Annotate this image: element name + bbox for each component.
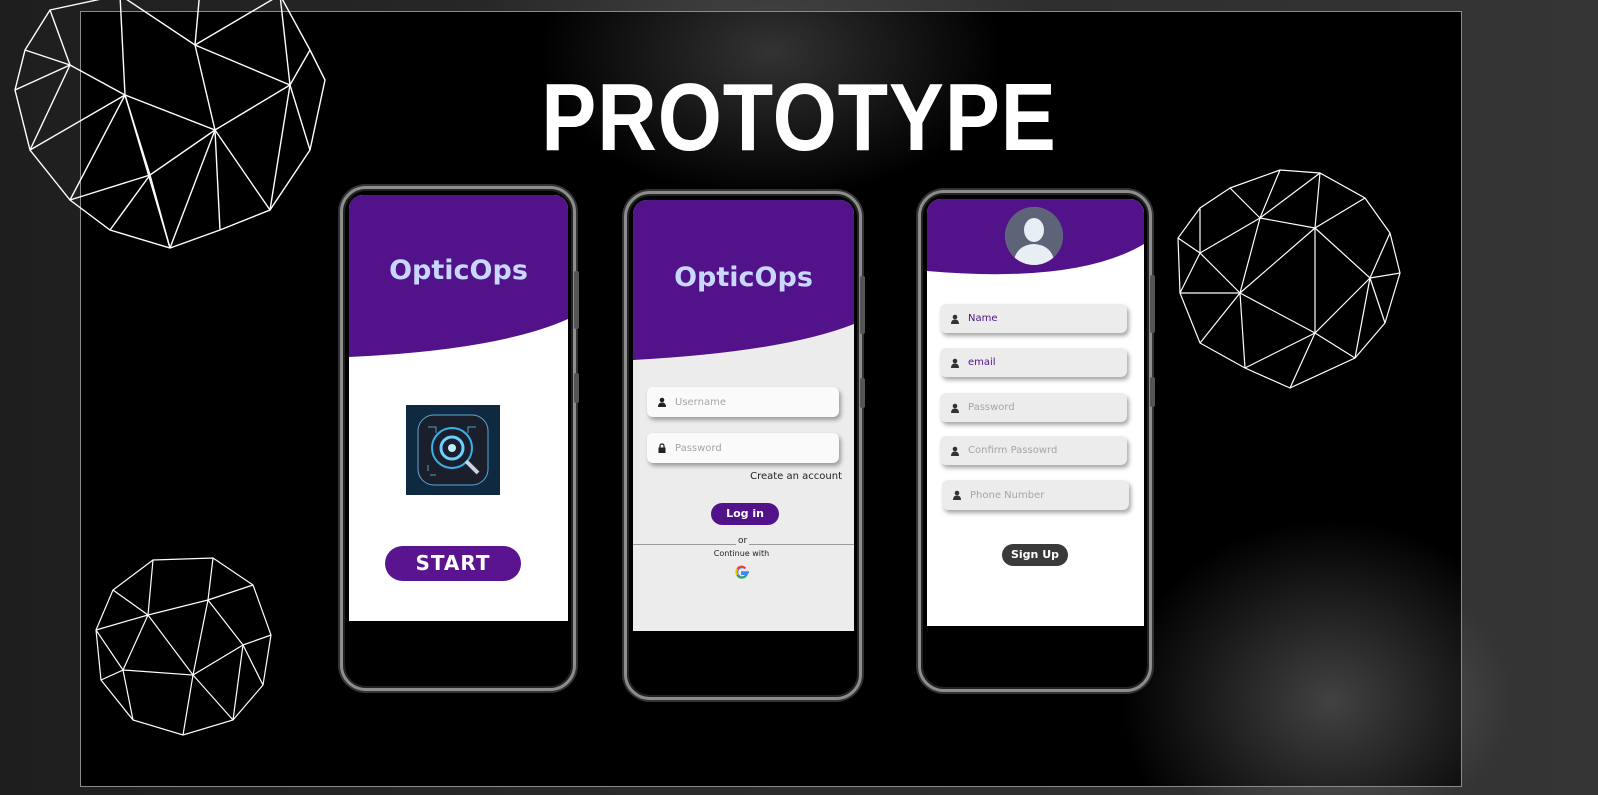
user-icon [951, 358, 959, 368]
user-icon [951, 403, 959, 413]
password-placeholder: Password [968, 402, 1015, 413]
user-avatar-icon [1005, 207, 1063, 265]
username-placeholder: Username [675, 396, 726, 408]
phone-mockup-signup: Name email Password Confirm Passowrd Pho… [918, 190, 1155, 692]
geodesic-sphere-right [1177, 169, 1401, 389]
phone-mockup-login: OpticOps Username Password Create an acc… [624, 191, 865, 700]
side-button [860, 276, 865, 334]
side-button [574, 373, 579, 403]
email-field[interactable]: email [940, 348, 1127, 377]
create-account-link[interactable]: Create an account [750, 471, 842, 482]
lock-icon [658, 443, 666, 453]
google-icon[interactable] [734, 564, 750, 580]
confirm-password-field[interactable]: Confirm Passowrd [940, 436, 1127, 465]
side-button [1150, 377, 1155, 407]
start-button[interactable]: START [385, 546, 521, 581]
login-screen: OpticOps Username Password Create an acc… [633, 200, 854, 631]
phone-number-field[interactable]: Phone Number [942, 480, 1129, 510]
side-button [1150, 275, 1155, 333]
splash-screen: OpticOps START [349, 195, 568, 621]
side-button [574, 271, 579, 329]
confirm-password-placeholder: Confirm Passowrd [968, 445, 1058, 456]
phone-number-placeholder: Phone Number [970, 489, 1045, 501]
page-title: PROTOTYPE [541, 64, 1057, 171]
app-brand-title: OpticOps [674, 262, 813, 293]
password-field[interactable]: Password [647, 433, 839, 463]
password-placeholder: Password [675, 442, 722, 454]
eye-scanner-app-icon [406, 405, 500, 495]
signup-button[interactable]: Sign Up [1002, 544, 1068, 566]
or-text: or [736, 536, 750, 546]
side-button [860, 378, 865, 408]
user-icon [951, 314, 959, 324]
login-button[interactable]: Log in [711, 503, 779, 525]
signup-screen: Name email Password Confirm Passowrd Pho… [927, 199, 1144, 626]
email-placeholder: email [968, 357, 996, 368]
name-placeholder: Name [968, 313, 998, 324]
username-field[interactable]: Username [647, 387, 839, 417]
geodesic-sphere-bottom-left [95, 557, 272, 736]
user-icon [658, 397, 666, 407]
phone-mockup-splash: OpticOps START [340, 186, 579, 691]
continue-with-text: Continue with [713, 549, 770, 558]
signup-password-field[interactable]: Password [940, 393, 1127, 422]
name-field[interactable]: Name [940, 304, 1127, 333]
user-icon [953, 490, 961, 500]
user-icon [951, 446, 959, 456]
app-brand-title: OpticOps [389, 255, 528, 286]
